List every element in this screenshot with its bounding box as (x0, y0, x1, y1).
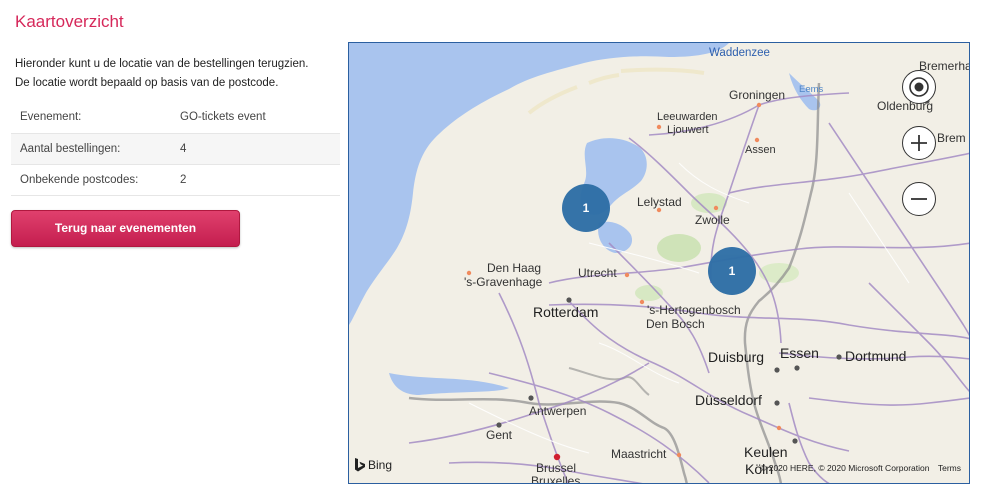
info-label-event: Evenement: (20, 111, 82, 124)
page-title: Kaartoverzicht (15, 12, 124, 31)
label-eems: Eems (799, 84, 824, 95)
event-info-table: Evenement: GO-tickets event Aantal beste… (11, 102, 340, 196)
label-s-hertogenbosch: 's-Hertogenbosch (647, 303, 741, 317)
intro-line-2: De locatie wordt bepaald op basis van de… (15, 77, 279, 89)
label-maastricht: Maastricht (611, 447, 667, 461)
info-value-orders: 4 (180, 142, 187, 155)
label-duisburg: Duisburg (708, 349, 765, 365)
label-s-gravenhage: 's-Gravenhage (464, 275, 543, 289)
label-rotterdam: Rotterdam (533, 304, 599, 320)
table-row: Onbekende postcodes: 2 (11, 164, 340, 195)
zoom-in-button[interactable] (902, 126, 936, 160)
label-waddenzee: Waddenzee (709, 47, 770, 59)
bing-label: Bing (368, 458, 393, 472)
map-cluster-marker[interactable]: 1 (708, 247, 756, 295)
intro-text: Hieronder kunt u de locatie van de beste… (15, 55, 335, 93)
info-label-unknown-postcodes: Onbekende postcodes: (20, 173, 139, 186)
back-to-events-button[interactable]: Terug naar evenementen (11, 210, 240, 247)
table-row: Aantal bestellingen: 4 (11, 133, 340, 164)
label-keulen: Keulen (744, 444, 788, 460)
locate-icon (909, 77, 929, 97)
info-label-orders: Aantal bestellingen: (20, 142, 121, 155)
info-value-event: GO-tickets event (180, 111, 266, 124)
label-bremen: Brem (937, 131, 966, 145)
bing-icon (355, 458, 365, 472)
label-zwolle: Zwolle (695, 213, 730, 227)
map-cluster-marker[interactable]: 1 (562, 184, 610, 232)
map-attribution: © 2020 HERE, © 2020 Microsoft Corporatio… (760, 463, 961, 473)
terms-link[interactable]: Terms (938, 463, 961, 473)
label-groningen: Groningen (729, 88, 786, 102)
label-antwerpen: Antwerpen (529, 404, 587, 418)
label-lelystad: Lelystad (637, 195, 682, 209)
label-dusseldorf: Düsseldorf (695, 392, 762, 408)
label-ljouwert: Ljouwert (667, 124, 709, 136)
locate-me-button[interactable] (902, 70, 936, 104)
copyright-text: © 2020 HERE, © 2020 Microsoft Corporatio… (760, 463, 930, 473)
intro-line-1: Hieronder kunt u de locatie van de beste… (15, 58, 309, 70)
info-value-unknown-postcodes: 2 (180, 173, 187, 186)
label-bruxelles: Bruxelles (531, 474, 581, 484)
label-den-haag: Den Haag (487, 261, 542, 275)
label-utrecht: Utrecht (578, 266, 617, 280)
label-gent: Gent (486, 428, 513, 442)
label-leeuwarden: Leeuwarden (657, 111, 718, 123)
plus-icon (911, 135, 927, 151)
bing-logo[interactable]: Bing (354, 457, 392, 473)
label-dortmund: Dortmund (845, 348, 907, 364)
minus-icon (911, 198, 927, 200)
zoom-out-button[interactable] (902, 182, 936, 216)
map-view[interactable]: Waddenzee Eems Groningen Bremerhave Olde… (348, 42, 970, 484)
table-row: Evenement: GO-tickets event (11, 102, 340, 133)
label-essen: Essen (780, 345, 819, 361)
label-assen: Assen (745, 144, 776, 156)
label-den-bosch: Den Bosch (646, 317, 705, 331)
